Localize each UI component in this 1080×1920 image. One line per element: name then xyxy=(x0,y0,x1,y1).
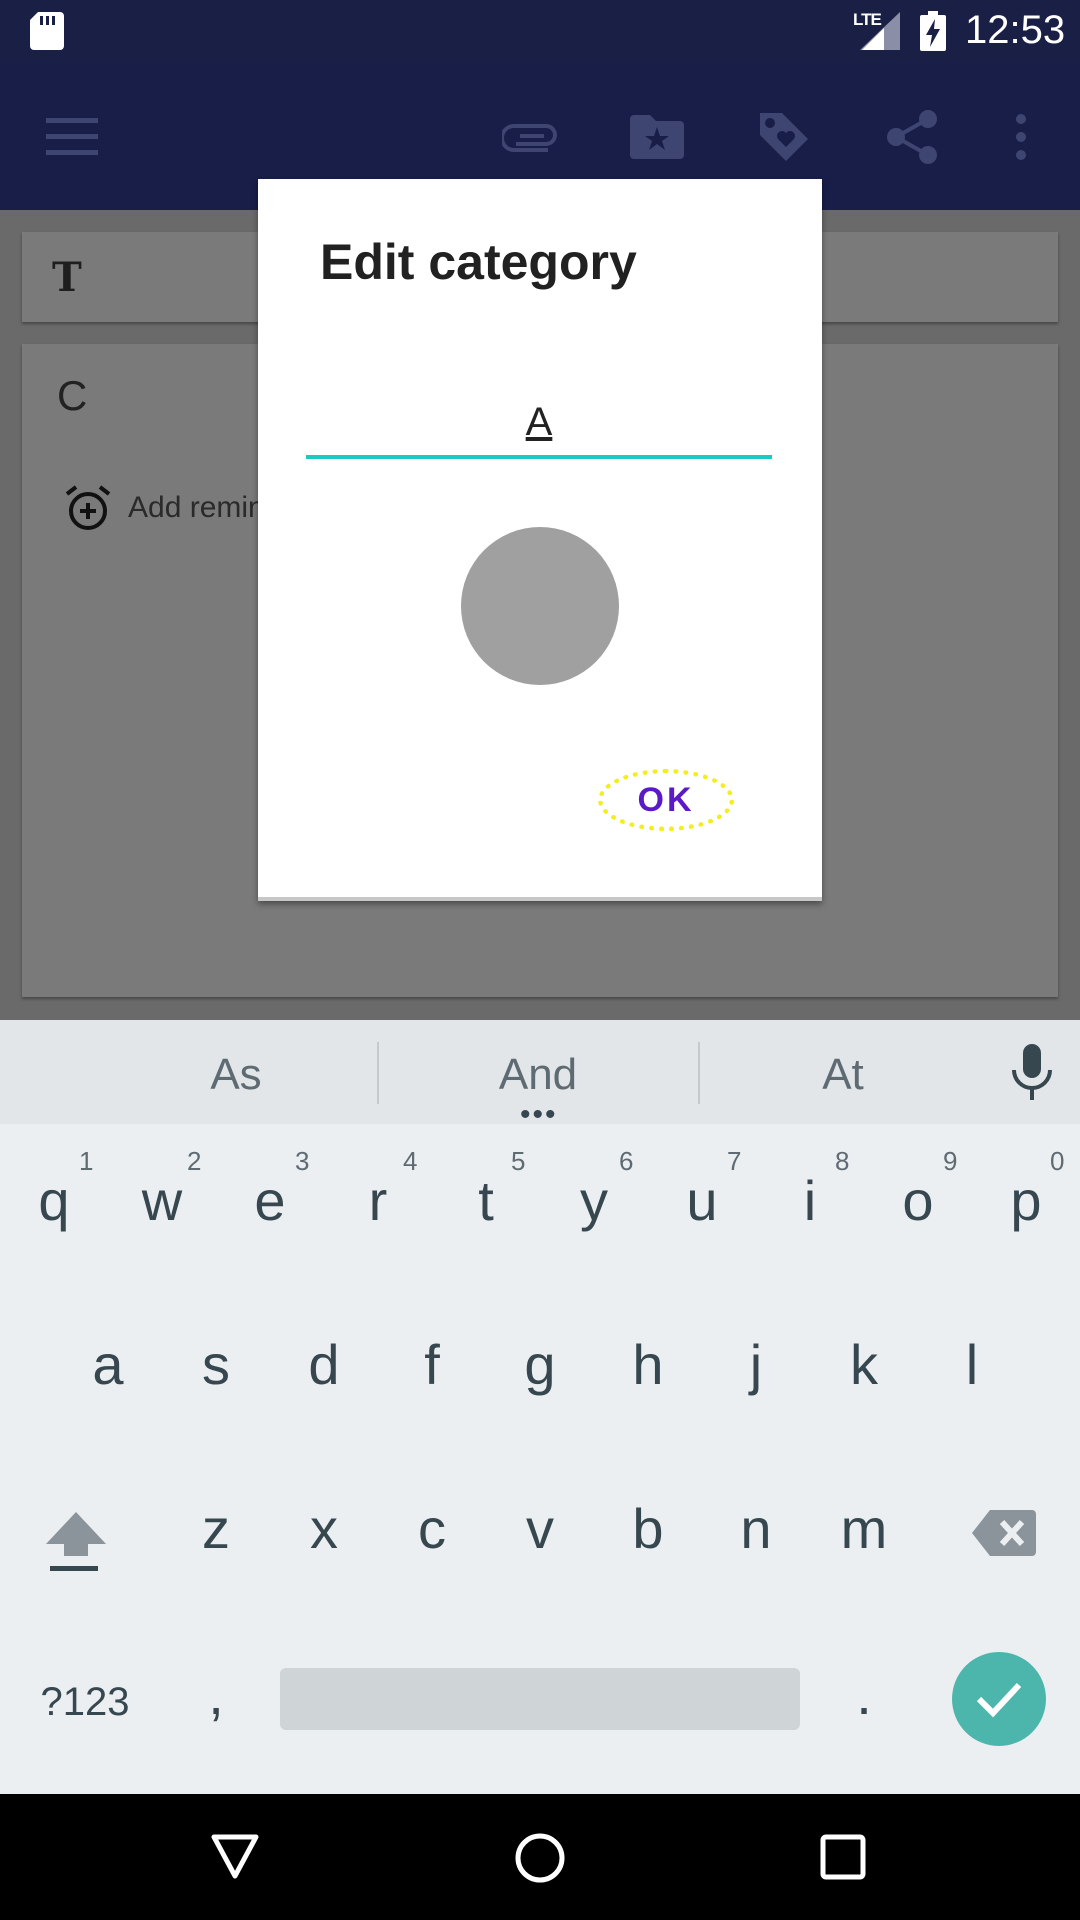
more-icon[interactable] xyxy=(1014,113,1028,161)
key-r[interactable]: r xyxy=(328,1168,428,1233)
category-name-input[interactable] xyxy=(306,389,772,459)
key-o[interactable]: o xyxy=(868,1168,968,1233)
keyboard: q 1 w 2 e 3 r 4 t 5 y 6 u 7 i 8 o 9 p 0 … xyxy=(0,1124,1080,1794)
key-hint: 6 xyxy=(619,1146,634,1176)
key-v[interactable]: v xyxy=(490,1496,590,1561)
key-j[interactable]: j xyxy=(706,1332,806,1397)
alarm-add-icon xyxy=(65,485,111,530)
suggestion-1[interactable]: As xyxy=(186,1050,286,1100)
key-hint: 3 xyxy=(295,1146,310,1176)
more-suggestions-icon[interactable]: ••• xyxy=(520,1100,558,1130)
key-c[interactable]: c xyxy=(382,1496,482,1561)
key-p[interactable]: p xyxy=(976,1168,1076,1233)
microphone-icon[interactable] xyxy=(1010,1044,1054,1102)
key-q[interactable]: q xyxy=(4,1168,104,1233)
key-hint: 7 xyxy=(727,1146,742,1176)
key-period[interactable]: . xyxy=(814,1662,914,1727)
checkmark-icon xyxy=(976,1682,1022,1718)
key-h[interactable]: h xyxy=(598,1332,698,1397)
key-w[interactable]: w xyxy=(112,1168,212,1233)
key-hint: 0 xyxy=(1050,1146,1065,1176)
key-z[interactable]: z xyxy=(166,1496,266,1561)
recents-icon[interactable] xyxy=(820,1834,866,1880)
key-i[interactable]: i xyxy=(760,1168,860,1233)
share-icon[interactable] xyxy=(886,109,938,165)
key-hint: 2 xyxy=(187,1146,202,1176)
key-g[interactable]: g xyxy=(490,1332,590,1397)
backspace-icon[interactable] xyxy=(972,1510,1036,1556)
home-icon[interactable] xyxy=(514,1832,566,1884)
key-hint: 9 xyxy=(943,1146,958,1176)
status-bar: LTE 12:53 xyxy=(0,0,1080,63)
key-e[interactable]: e xyxy=(220,1168,320,1233)
key-x[interactable]: x xyxy=(274,1496,374,1561)
key-hint: 4 xyxy=(403,1146,418,1176)
color-picker[interactable] xyxy=(461,527,619,685)
suggestion-divider xyxy=(698,1042,700,1104)
menu-icon[interactable] xyxy=(46,116,98,156)
navigation-bar xyxy=(0,1794,1080,1920)
sd-card-icon xyxy=(30,12,64,50)
key-hint: 5 xyxy=(511,1146,526,1176)
key-s[interactable]: s xyxy=(166,1332,266,1397)
key-hint: 8 xyxy=(835,1146,850,1176)
suggestion-2[interactable]: And xyxy=(478,1050,598,1100)
key-a[interactable]: a xyxy=(58,1332,158,1397)
key-b[interactable]: b xyxy=(598,1496,698,1561)
category-icon[interactable] xyxy=(630,115,684,159)
tag-icon[interactable] xyxy=(756,109,812,165)
suggestion-divider xyxy=(377,1042,379,1104)
note-title: T xyxy=(52,254,82,301)
space-key[interactable] xyxy=(280,1668,800,1730)
signal-icon xyxy=(860,12,900,50)
enter-key[interactable] xyxy=(952,1652,1046,1746)
suggestion-strip: As And ••• At xyxy=(0,1020,1080,1130)
symbols-key[interactable]: ?123 xyxy=(30,1680,140,1725)
key-l[interactable]: l xyxy=(922,1332,1022,1397)
ok-button[interactable]: OK xyxy=(598,769,734,831)
add-reminder-label: Add remin xyxy=(128,491,265,524)
shift-icon[interactable] xyxy=(44,1510,108,1572)
key-u[interactable]: u xyxy=(652,1168,752,1233)
key-n[interactable]: n xyxy=(706,1496,806,1561)
battery-charging-icon xyxy=(920,11,946,51)
key-m[interactable]: m xyxy=(814,1496,914,1561)
key-t[interactable]: t xyxy=(436,1168,536,1233)
key-y[interactable]: y xyxy=(544,1168,644,1233)
key-f[interactable]: f xyxy=(382,1332,482,1397)
dialog-title: Edit category xyxy=(320,234,637,290)
key-comma[interactable]: , xyxy=(166,1662,266,1727)
suggestion-3[interactable]: At xyxy=(793,1050,893,1100)
back-icon[interactable] xyxy=(210,1834,260,1880)
note-content-text: C xyxy=(57,372,88,419)
clock: 12:53 xyxy=(965,8,1066,52)
add-reminder[interactable]: Add remin xyxy=(64,484,265,532)
edit-category-dialog: Edit category OK xyxy=(258,179,822,901)
key-k[interactable]: k xyxy=(814,1332,914,1397)
key-d[interactable]: d xyxy=(274,1332,374,1397)
key-hint: 1 xyxy=(79,1146,94,1176)
attachment-icon[interactable] xyxy=(502,118,558,154)
